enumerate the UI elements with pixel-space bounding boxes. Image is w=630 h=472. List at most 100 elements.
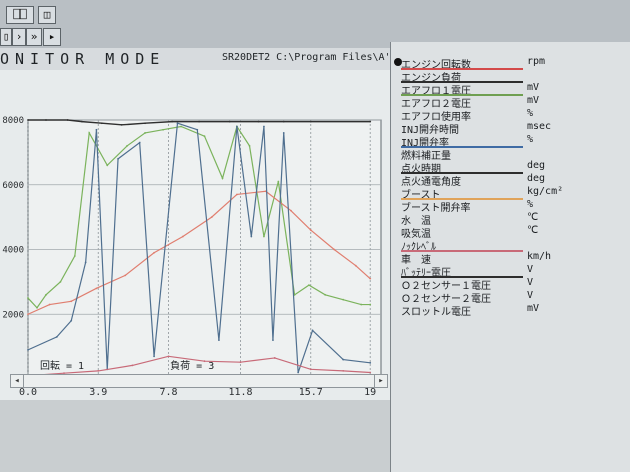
series-point-2: [324, 293, 327, 296]
series-point-1: [171, 120, 173, 123]
monitor-mode-title: ONITOR MODE: [0, 50, 166, 68]
series-point-4: [250, 235, 253, 238]
parameter-unit: %: [527, 134, 534, 145]
series-point-2: [221, 177, 224, 180]
series-point-5: [239, 361, 242, 364]
toolbar-button[interactable]: ›: [12, 28, 26, 46]
series-point-3: [153, 251, 155, 254]
series-point-3: [210, 216, 213, 219]
parameter-unit: deg: [527, 173, 546, 184]
series-point-3: [290, 209, 292, 212]
parameter-unit: msec: [527, 121, 552, 132]
parameter-unit: V: [527, 290, 534, 301]
series-point-3: [95, 287, 98, 290]
series-point-2: [59, 280, 62, 283]
series-point-4: [55, 336, 58, 338]
scroll-left-icon[interactable]: ◂: [11, 375, 24, 387]
parameter-row[interactable]: 吸気温 ℃: [401, 225, 621, 240]
y-tick-label: 6000: [2, 181, 24, 191]
parameter-row[interactable]: スロットル電圧 mV: [401, 303, 621, 318]
series-point-2: [369, 303, 372, 306]
series-point-2: [277, 180, 280, 183]
scroll-right-icon[interactable]: ▸: [374, 375, 387, 387]
series-point-1: [228, 120, 231, 123]
parameter-row[interactable]: ﾉｯｸﾚﾍﾞﾙ: [401, 238, 621, 253]
series-point-2: [162, 128, 164, 131]
series-point-3: [27, 313, 29, 316]
toolbar-button[interactable]: »: [26, 28, 42, 46]
x-tick-label: 11.8: [228, 387, 252, 398]
engine-path-title: SR20DET2 C:\Program Files\A'PEX: [222, 52, 409, 63]
series-point-2: [73, 255, 76, 257]
chart-status: 回転 = 1 負荷 = 3: [40, 357, 214, 372]
parameter-row[interactable]: 燃料補正量: [401, 147, 621, 162]
parameter-row[interactable]: Ｏ２センサー２電圧 V: [401, 290, 621, 305]
parameter-row[interactable]: 車 速 km/h: [401, 251, 621, 266]
series-point-1: [120, 123, 123, 126]
toolbar-button[interactable]: ▸: [43, 28, 61, 46]
parameter-row[interactable]: INJ開弁時間 msec: [401, 121, 621, 136]
series-point-4: [282, 132, 285, 134]
toolbar-button[interactable]: ◫: [38, 6, 56, 24]
series-point-2: [180, 125, 182, 128]
series-point-5: [309, 368, 312, 371]
parameter-row[interactable]: 点火時期 deg: [401, 160, 621, 175]
x-tick-label: 0.0: [19, 387, 37, 398]
parameter-row[interactable]: ブースト開弁率%: [401, 199, 621, 214]
series-point-1: [27, 119, 29, 121]
y-tick-label: 4000: [2, 246, 24, 256]
series-point-1: [45, 119, 47, 121]
parameter-unit: deg: [527, 160, 546, 171]
series-point-2: [45, 293, 47, 296]
series-point-3: [333, 248, 336, 251]
horizontal-scrollbar[interactable]: ◂ ▸: [10, 374, 388, 388]
selected-item-marker-icon: [394, 58, 402, 66]
parameter-name: スロットル電圧: [401, 307, 471, 318]
parameter-row[interactable]: エンジン負荷: [401, 69, 621, 84]
series-point-4: [311, 329, 314, 332]
series-point-2: [88, 132, 91, 134]
series-point-3: [236, 193, 238, 196]
series-point-2: [248, 145, 251, 147]
parameter-row[interactable]: エアフロ使用率%: [401, 108, 621, 123]
parameter-row[interactable]: エアフロ２電圧 mV: [401, 95, 621, 110]
parameter-unit: rpm: [527, 56, 546, 67]
series-point-4: [342, 358, 345, 361]
parameter-row[interactable]: INJ開弁率%: [401, 134, 621, 149]
parameter-unit: %: [527, 199, 534, 210]
parameter-row[interactable]: 点火通電角度 deg: [401, 173, 621, 188]
parameter-row[interactable]: Ｏ２センサー１電圧 V: [401, 277, 621, 292]
series-point-1: [66, 119, 69, 121]
chart-area: 0.03.97.811.815.71902000400060008000: [0, 70, 390, 400]
parameter-unit: ℃: [527, 225, 539, 236]
load-status: 負荷 = 3: [170, 361, 215, 372]
parameter-unit: ℃: [527, 212, 539, 223]
series-point-3: [369, 277, 372, 280]
parameter-row[interactable]: エアフロ１電圧 mV: [401, 82, 621, 97]
x-tick-label: 19: [364, 387, 376, 398]
parameter-row[interactable]: エンジン回転数 rpm: [401, 56, 621, 71]
series-point-1: [100, 122, 103, 125]
line-chart: 0.03.97.811.815.71902000400060008000: [2, 116, 382, 398]
series-point-3: [48, 303, 51, 306]
series-point-3: [181, 235, 184, 238]
series-point-4: [369, 361, 372, 364]
series-point-4: [263, 125, 265, 128]
series-point-4: [27, 348, 29, 351]
series-point-2: [27, 297, 29, 299]
series-point-4: [218, 339, 220, 342]
toolbar-button[interactable]: ⎕⎕: [6, 6, 34, 24]
series-point-4: [117, 157, 119, 160]
series-point-2: [106, 164, 109, 167]
series-point-1: [282, 120, 285, 123]
series-point-1: [369, 120, 372, 123]
series-point-3: [124, 274, 127, 277]
parameter-row[interactable]: ﾊﾞｯﾃﾘｰ電圧 V: [401, 264, 621, 279]
series-point-1: [309, 120, 312, 123]
series-point-4: [176, 122, 179, 125]
y-tick-label: 2000: [2, 310, 24, 320]
parameter-row[interactable]: ブースト kg/cm²: [401, 186, 621, 201]
parameter-row[interactable]: 水 温 ℃: [401, 212, 621, 227]
series-point-4: [196, 128, 199, 131]
toolbar-button[interactable]: ▯: [0, 28, 12, 46]
